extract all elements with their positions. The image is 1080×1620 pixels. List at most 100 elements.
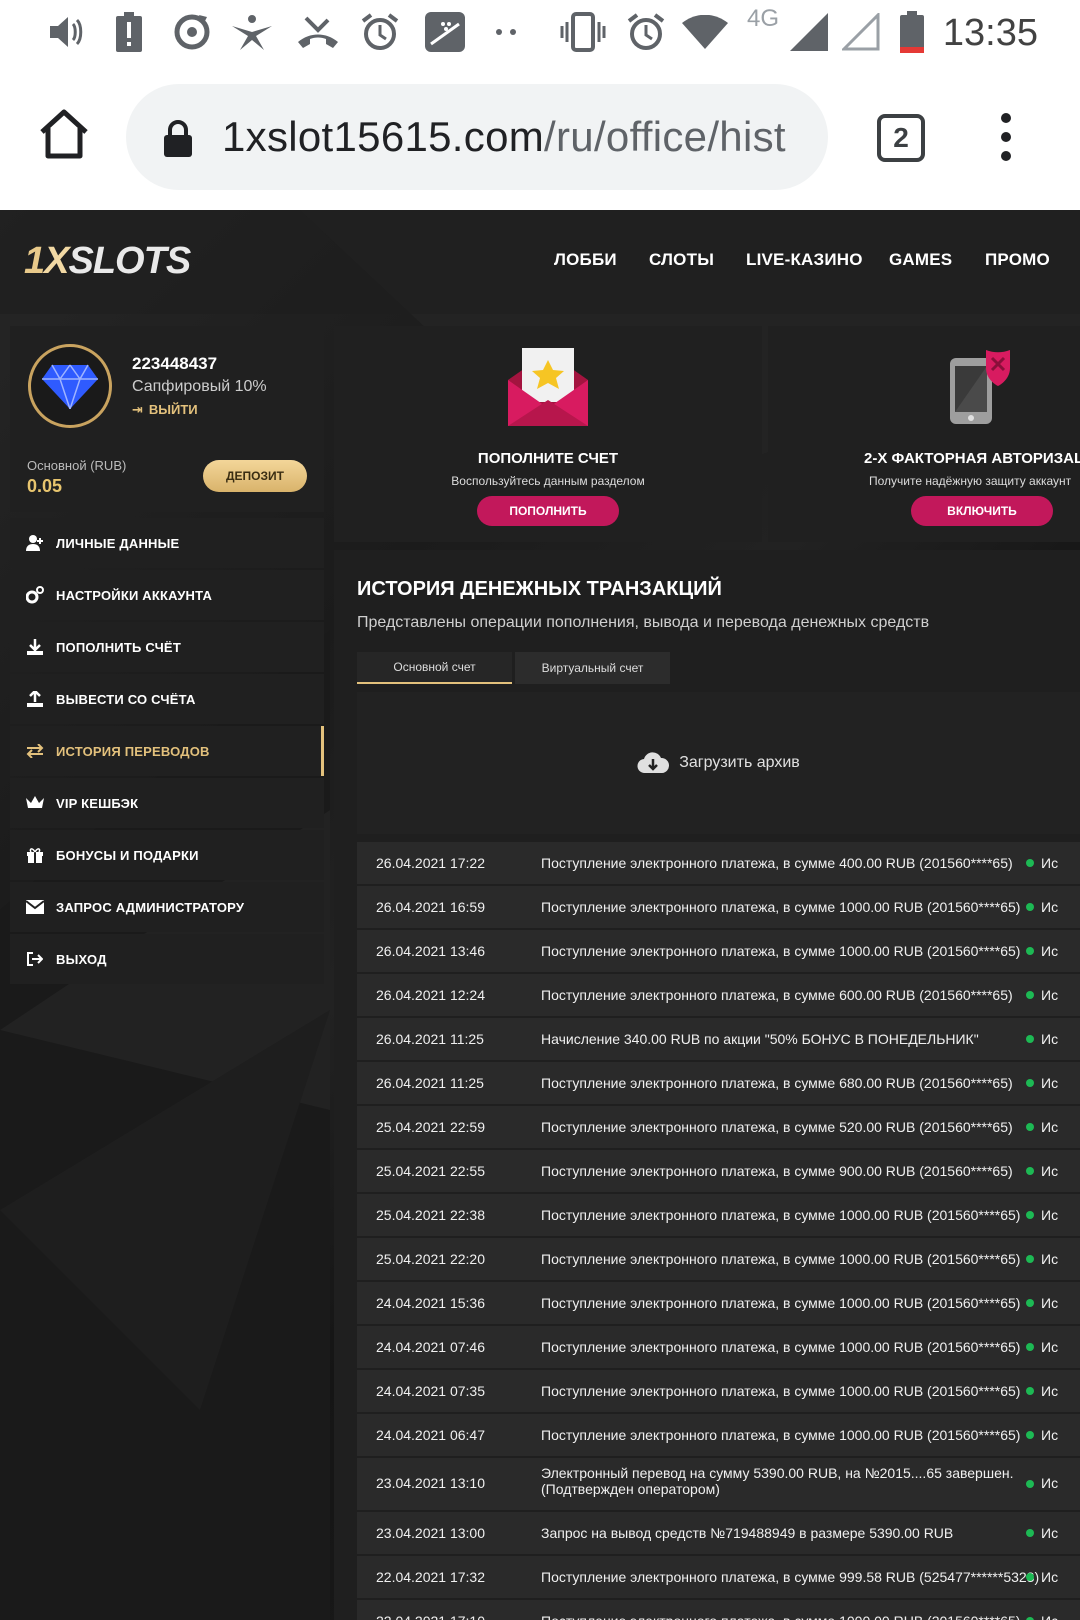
menu-transfer-history[interactable]: ИСТОРИЯ ПЕРЕВОДОВ	[10, 726, 324, 776]
account-id: 223448437	[132, 354, 218, 373]
nav-lobby[interactable]: ЛОББИ	[554, 250, 617, 270]
address-bar[interactable]: 1xslot15615.com/ru/office/hist	[126, 84, 828, 190]
transaction-status: Ис	[1041, 1119, 1059, 1135]
status-dot	[1026, 947, 1034, 955]
transaction-description: Поступление электронного платежа, в сумм…	[541, 899, 1021, 915]
transaction-description: Поступление электронного платежа, в сумм…	[541, 1569, 1040, 1585]
transaction-status: Ис	[1041, 1339, 1059, 1355]
tab-switcher-button[interactable]: 2	[877, 114, 925, 162]
volume-icon	[46, 10, 86, 54]
phone-shield-icon	[950, 350, 1010, 424]
transaction-row: 24.04.2021 06:47 Поступление электронного…	[357, 1414, 1080, 1456]
transaction-date: 26.04.2021 12:24	[376, 987, 485, 1003]
transaction-status: Ис	[1041, 1569, 1059, 1585]
browser-menu-button[interactable]	[990, 110, 1022, 166]
transaction-row: 24.04.2021 07:35 Поступление электронного…	[357, 1370, 1080, 1412]
transaction-description: Поступление электронного платежа, в сумм…	[541, 1251, 1021, 1267]
transaction-description: Поступление электронного платежа, в сумм…	[541, 1075, 1013, 1091]
transaction-date: 25.04.2021 22:38	[376, 1207, 485, 1223]
transaction-status: Ис	[1041, 1207, 1059, 1223]
status-dot	[1026, 1035, 1034, 1043]
logo-name: SLOTS	[68, 240, 192, 282]
transaction-date: 26.04.2021 11:25	[376, 1031, 484, 1047]
blackberry-icon	[424, 10, 466, 54]
transaction-row: 23.04.2021 13:00 Запрос на вывод средств …	[357, 1512, 1080, 1554]
user-add-icon	[26, 534, 44, 552]
transaction-row: 26.04.2021 13:46 Поступление электронного…	[357, 930, 1080, 972]
menu-vip-cashback[interactable]: VIP КЕШБЭК	[10, 778, 324, 828]
promo-deposit-button[interactable]: ПОПОЛНИТЬ	[477, 496, 619, 526]
transaction-date: 23.04.2021 13:00	[376, 1525, 485, 1541]
menu-admin-request[interactable]: ЗАПРОС АДМИНИСТРАТОРУ	[10, 882, 324, 932]
balance-label: Основной (RUB)	[27, 458, 127, 473]
gears-icon	[26, 586, 44, 604]
menu-deposit[interactable]: ПОПОЛНИТЬ СЧЁТ	[10, 622, 324, 672]
menu-withdraw[interactable]: ВЫВЕСТИ СО СЧЁТА	[10, 674, 324, 724]
home-icon	[40, 109, 88, 159]
transaction-description: Поступление электронного платежа, в сумм…	[541, 1339, 1021, 1355]
sync-icon	[172, 10, 212, 54]
deposit-button[interactable]: ДЕПОЗИТ	[203, 460, 307, 492]
download-archive-button[interactable]: Загрузить архив	[357, 692, 1080, 834]
more-dots-icon	[494, 10, 520, 54]
menu-label: БОНУСЫ И ПОДАРКИ	[56, 847, 199, 863]
transaction-date: 23.04.2021 13:10	[376, 1475, 485, 1491]
cloud-download-icon	[637, 752, 670, 774]
logout-link[interactable]: ⇥ ВЫЙТИ	[132, 402, 198, 418]
avatar	[28, 344, 112, 428]
archive-label: Загрузить архив	[679, 754, 800, 771]
profile-card: 223448437 Сапфировый 10% ⇥ ВЫЙТИ Основной…	[10, 326, 324, 512]
menu-label: ИСТОРИЯ ПЕРЕВОДОВ	[56, 743, 210, 759]
status-dot	[1026, 1299, 1034, 1307]
nav-promo[interactable]: ПРОМО	[985, 250, 1050, 270]
transaction-list: 26.04.2021 17:22 Поступление электронного…	[357, 842, 1080, 1620]
transaction-status: Ис	[1041, 1427, 1059, 1443]
menu-bonuses[interactable]: БОНУСЫ И ПОДАРКИ	[10, 830, 324, 880]
menu-label: ВЫХОД	[56, 951, 107, 967]
transaction-date: 26.04.2021 11:25	[376, 1075, 484, 1091]
transaction-status: Ис	[1041, 1251, 1059, 1267]
figure-icon	[230, 10, 274, 54]
transaction-row: 23.04.2021 13:10 Электронный перевод на с…	[357, 1458, 1080, 1510]
site-logo[interactable]: 1XSLOTS	[24, 240, 192, 283]
nav-live-casino[interactable]: LIVE-КАЗИНО	[746, 250, 863, 270]
transaction-description: Поступление электронного платежа, в сумм…	[541, 1119, 1013, 1135]
menu-personal-data[interactable]: ЛИЧНЫЕ ДАННЫЕ	[10, 518, 324, 568]
url-text: 1xslot15615.com/ru/office/hist	[222, 109, 812, 165]
menu-label: ВЫВЕСТИ СО СЧЁТА	[56, 691, 196, 707]
tab-virtual-account[interactable]: Виртуальный счет	[515, 652, 670, 684]
menu-account-settings[interactable]: НАСТРОЙКИ АККАУНТА	[10, 570, 324, 620]
transaction-status: Ис	[1041, 1163, 1059, 1179]
nav-slots[interactable]: СЛОТЫ	[649, 250, 714, 270]
menu-exit[interactable]: ВЫХОД	[10, 934, 324, 984]
home-button[interactable]	[36, 106, 92, 162]
transaction-description: Поступление электронного платежа, в сумм…	[541, 855, 1013, 871]
transaction-description: Поступление электронного платежа, в сумм…	[541, 1383, 1021, 1399]
status-bar: 4G 13:35	[0, 0, 1080, 66]
transaction-status: Ис	[1041, 855, 1059, 871]
promo-subtitle: Воспользуйтесь данным разделом	[451, 474, 645, 488]
nav-games[interactable]: GAMES	[889, 250, 952, 270]
logo-x: X	[44, 240, 69, 282]
tab-main-account[interactable]: Основной счет	[357, 652, 512, 684]
transaction-status: Ис	[1041, 987, 1059, 1003]
promo-2fa-button[interactable]: ВКЛЮЧИТЬ	[911, 496, 1053, 526]
missed-call-icon	[296, 10, 340, 54]
transaction-description: Запрос на вывод средств №719488949 в раз…	[541, 1525, 954, 1541]
vibrate-icon	[560, 10, 606, 54]
transaction-description: Поступление электронного платежа, в сумм…	[541, 1427, 1021, 1443]
transaction-date: 22.04.2021 17:10	[376, 1613, 485, 1620]
transaction-description: Начисление 340.00 RUB по акции "50% БОНУ…	[541, 1031, 979, 1047]
transaction-status: Ис	[1041, 943, 1059, 959]
transaction-date: 25.04.2021 22:55	[376, 1163, 485, 1179]
status-dot	[1026, 1573, 1034, 1581]
signal-icon	[790, 10, 830, 54]
transaction-row: 25.04.2021 22:38 Поступление электронного…	[357, 1194, 1080, 1236]
promo-2fa-card: 2-Х ФАКТОРНАЯ АВТОРИЗАЦ Получите надёжну…	[768, 326, 1080, 542]
transaction-date: 26.04.2021 17:22	[376, 855, 485, 871]
logo-prefix: 1	[24, 240, 45, 282]
status-dot	[1026, 1387, 1034, 1395]
signal-empty-icon	[842, 10, 882, 54]
page-title: ИСТОРИЯ ДЕНЕЖНЫХ ТРАНЗАКЦИЙ	[357, 578, 722, 600]
transaction-date: 24.04.2021 07:46	[376, 1339, 485, 1355]
